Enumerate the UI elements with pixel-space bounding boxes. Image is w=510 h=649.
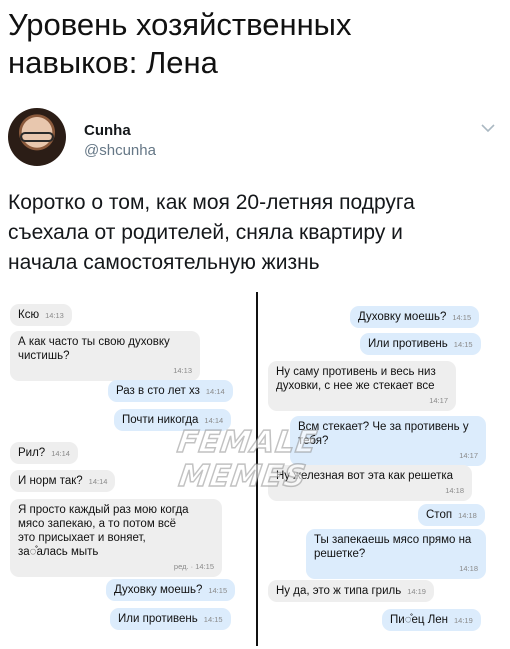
- message-time: 14:13: [45, 311, 64, 320]
- tweet-text: Коротко о том, как моя 20-летняя подруга…: [8, 191, 415, 274]
- message-text: Духовку моешь?: [358, 311, 447, 323]
- message-text: Ну саму противень и весь низ духовки, с …: [276, 366, 436, 392]
- message-bubble: Ну да, это ж типа гриль 14:19: [268, 580, 434, 602]
- message-bubble: Или противень 14:15: [110, 608, 231, 630]
- message-text: Стоп: [426, 509, 453, 521]
- message-text: Я просто каждый раз мою когда мясо запек…: [18, 504, 189, 558]
- message-time: 14:17: [459, 451, 478, 460]
- message-text: Рил?: [18, 447, 46, 459]
- message-time: 14:13: [173, 366, 192, 375]
- message-bubble: Стоп 14:18: [418, 504, 485, 526]
- message-bubble: Раз в сто лет хз 14:14: [108, 380, 233, 402]
- message-text: Ну да, это ж типа гриль: [276, 585, 402, 597]
- chevron-down-icon[interactable]: [480, 120, 496, 136]
- message-bubble: Я просто каждый раз мою когда мясо запек…: [10, 499, 222, 577]
- watermark: FEMALE MEMES: [165, 424, 325, 495]
- watermark-line: MEMES: [176, 458, 310, 495]
- avatar[interactable]: [8, 108, 66, 166]
- message-time: 14:14: [51, 449, 70, 458]
- message-text: Ксю: [18, 309, 40, 321]
- message-bubble: И норм так? 14:14: [10, 470, 116, 492]
- message-bubble: А как часто ты свою духовку чистишь? 14:1…: [10, 331, 200, 381]
- message-time: 14:15: [452, 313, 472, 322]
- message-time: 14:14: [204, 416, 224, 425]
- message-text: Или противень: [368, 338, 448, 350]
- message-time: ред. · 14:15: [173, 562, 214, 571]
- watermark-line: FEMALE: [174, 424, 320, 461]
- message-text: А как часто ты свою духовку чистишь?: [18, 336, 170, 362]
- message-bubble: Или противень 14:15: [360, 333, 481, 355]
- message-bubble: Ты запекаешь мясо прямо на решетке? 14:18: [306, 529, 486, 579]
- message-text: Пи◌̊ец Лен: [390, 614, 448, 626]
- message-time: 14:17: [429, 396, 448, 405]
- message-text: И норм так?: [18, 475, 83, 487]
- message-bubble: Духовку моешь? 14:15: [106, 579, 236, 601]
- message-time: 14:14: [88, 477, 108, 486]
- headline: Уровень хозяйственных навыков: Лена: [8, 7, 352, 80]
- user-handle[interactable]: @shcunha: [84, 142, 156, 159]
- message-text: Раз в сто лет хз: [116, 385, 200, 397]
- message-time: 14:18: [459, 564, 478, 573]
- message-time: 14:15: [453, 340, 473, 349]
- message-time: 14:18: [458, 511, 477, 520]
- message-text: Духовку моешь?: [114, 584, 203, 596]
- message-bubble: Духовку моешь? 14:15: [350, 306, 480, 328]
- message-bubble: Рил? 14:14: [10, 442, 78, 464]
- message-time: 14:15: [203, 615, 223, 624]
- message-text: Или противень: [118, 613, 198, 625]
- display-name[interactable]: Cunha: [84, 122, 131, 139]
- message-text: Ты запекаешь мясо прямо на решетке?: [314, 534, 472, 560]
- message-time: 14:14: [205, 387, 225, 396]
- message-bubble: Пи◌̊ец Лен 14:19: [382, 609, 481, 631]
- glasses-shape: [20, 132, 54, 142]
- message-time: 14:15: [208, 586, 228, 595]
- message-time: 14:19: [407, 587, 426, 596]
- tweet-author: Cunha @shcunha: [8, 108, 502, 170]
- message-bubble: Ксю 14:13: [10, 304, 72, 326]
- message-time: 14:19: [454, 616, 473, 625]
- message-bubble: Ну саму противень и весь низ духовки, с …: [268, 361, 456, 411]
